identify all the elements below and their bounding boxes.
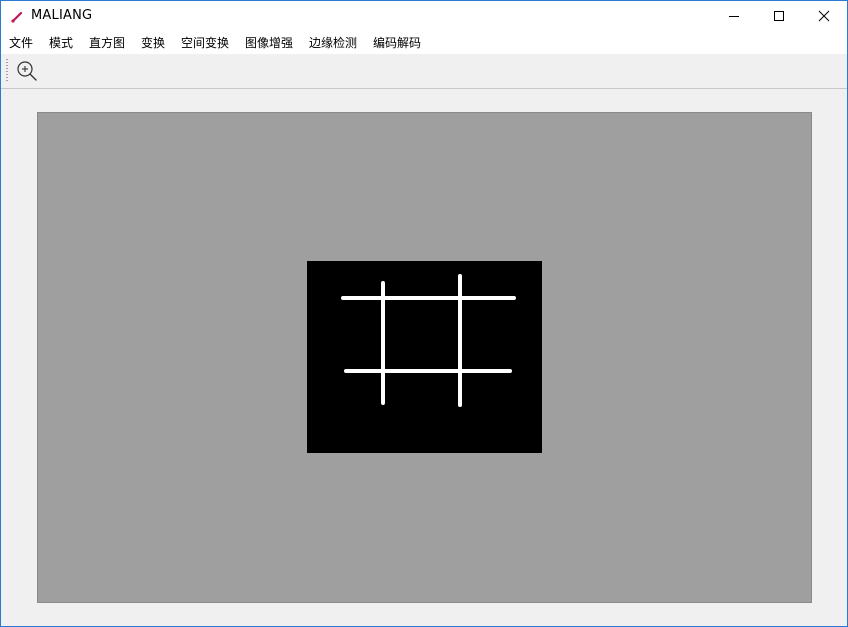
minimize-button[interactable] <box>711 1 757 31</box>
app-window: MALIANG 文件 模式 直方图 变换 空间变换 图像增强 边缘检测 编码解码 <box>0 0 848 627</box>
brush-icon <box>10 9 24 23</box>
zoom-in-button[interactable] <box>13 58 41 84</box>
menu-spatial-transform[interactable]: 空间变换 <box>181 35 229 51</box>
menu-image-enhancement[interactable]: 图像增强 <box>245 35 293 51</box>
menu-encode-decode[interactable]: 编码解码 <box>373 35 421 51</box>
maximize-button[interactable] <box>756 1 802 31</box>
image-display <box>307 261 542 453</box>
close-button[interactable] <box>801 1 847 31</box>
toolbar <box>1 54 847 89</box>
window-title: MALIANG <box>31 8 93 23</box>
title-bar[interactable]: MALIANG <box>1 1 847 32</box>
image-canvas[interactable] <box>37 112 812 603</box>
menu-edge-detection[interactable]: 边缘检测 <box>309 35 357 51</box>
menu-transform[interactable]: 变换 <box>141 35 165 51</box>
grid-lines-image <box>341 274 516 407</box>
menu-histogram[interactable]: 直方图 <box>89 35 125 51</box>
toolbar-grip[interactable] <box>6 59 8 83</box>
zoom-in-icon <box>17 61 37 81</box>
close-icon <box>818 10 830 22</box>
menu-file[interactable]: 文件 <box>9 35 33 51</box>
minimize-icon <box>729 16 739 17</box>
menu-mode[interactable]: 模式 <box>49 35 73 51</box>
menu-bar: 文件 模式 直方图 变换 空间变换 图像增强 边缘检测 编码解码 <box>1 32 847 54</box>
maximize-icon <box>774 11 784 21</box>
